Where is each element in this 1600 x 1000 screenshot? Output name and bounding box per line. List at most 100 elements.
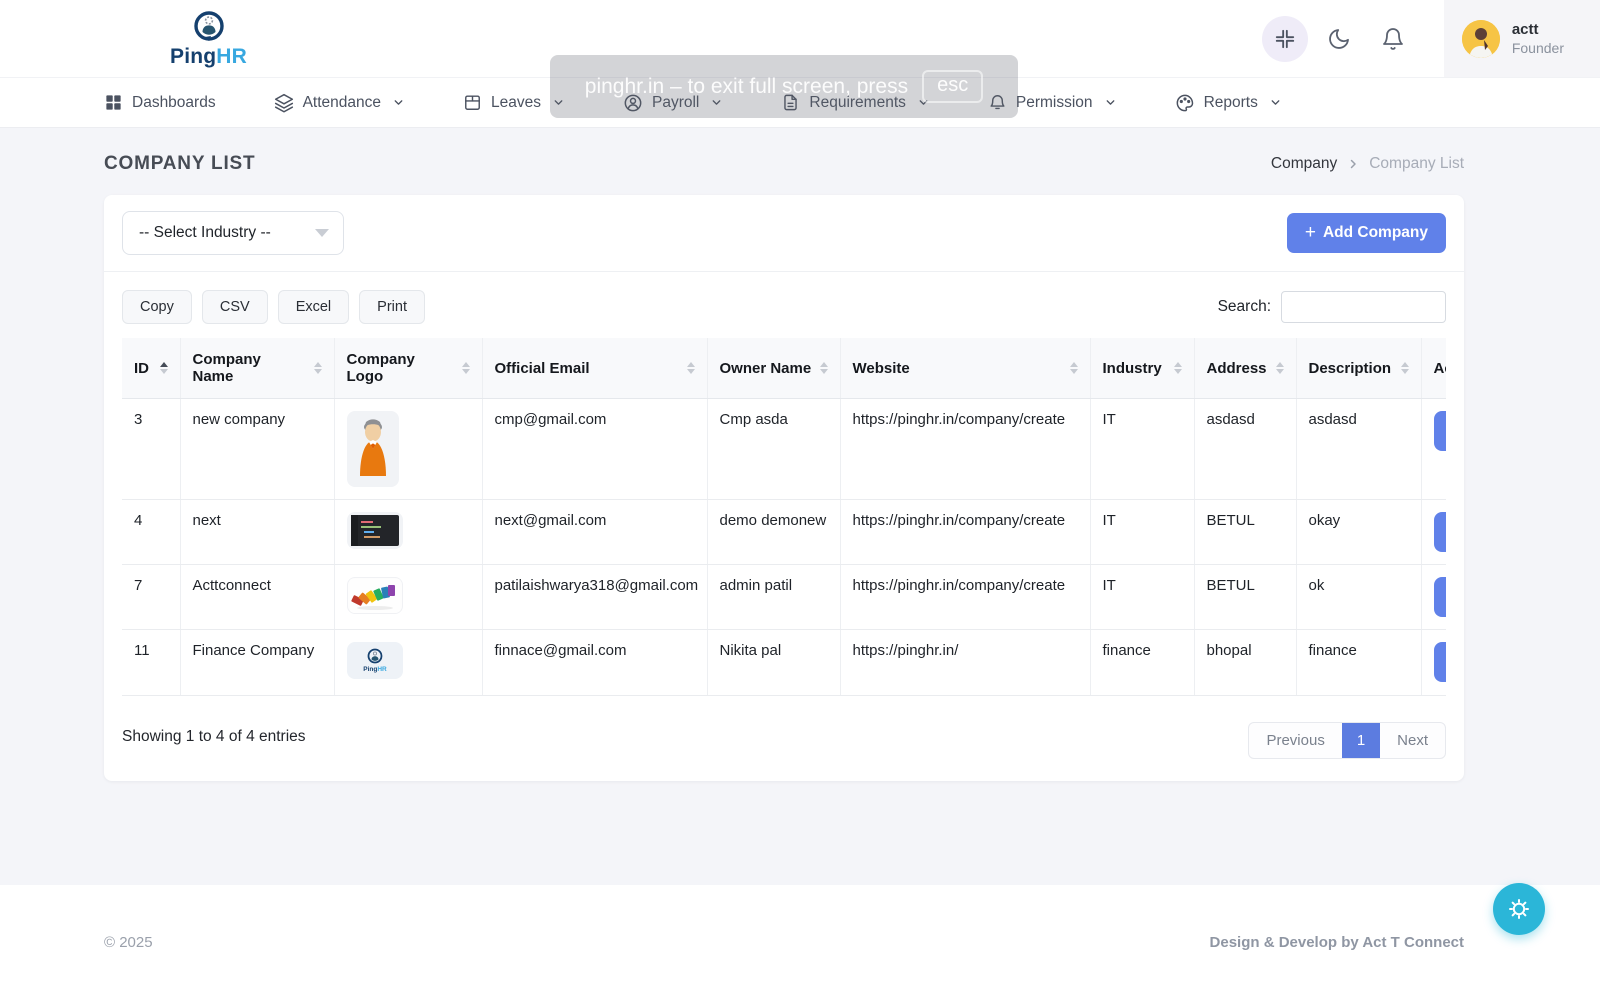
export-buttons: Copy CSV Excel Print [122, 290, 425, 324]
edit-company-button[interactable] [1434, 577, 1447, 617]
calendar-icon [463, 93, 482, 112]
edit-icon [1445, 523, 1447, 541]
fullscreen-exit-notice: pinghr.in – to exit full screen, press e… [550, 55, 1018, 118]
nav-item-dashboards[interactable]: Dashboards [104, 93, 216, 112]
page-1-button[interactable]: 1 [1342, 723, 1380, 758]
cell-official-email: next@gmail.com [482, 500, 707, 565]
nav-label: Attendance [303, 94, 381, 112]
bell-icon [1381, 27, 1405, 51]
edit-company-button[interactable] [1434, 411, 1447, 451]
fullscreen-exit-message: pinghr.in – to exit full screen, press [585, 75, 908, 99]
cell-company-name: new company [180, 399, 334, 500]
cell-action [1421, 500, 1446, 565]
edit-icon [1445, 588, 1447, 606]
nav-label: Reports [1204, 94, 1258, 112]
cell-address: asdasd [1194, 399, 1296, 500]
column-header-action[interactable]: Action [1421, 338, 1446, 399]
avatar [1462, 20, 1500, 58]
column-header-industry[interactable]: Industry [1090, 338, 1194, 399]
pinghr-logo-icon [192, 10, 226, 44]
copy-button[interactable]: Copy [122, 290, 192, 324]
moon-icon [1327, 27, 1351, 51]
user-role: Founder [1512, 39, 1564, 57]
nav-label: Leaves [491, 94, 541, 112]
nav-item-reports[interactable]: Reports [1175, 93, 1282, 113]
user-menu[interactable]: actt Founder [1444, 0, 1600, 77]
csv-button[interactable]: CSV [202, 290, 268, 324]
column-header-address[interactable]: Address [1194, 338, 1296, 399]
cell-company-name: Finance Company [180, 630, 334, 696]
cell-website: https://pinghr.in/company/create [840, 399, 1090, 500]
table-row: 11 Finance Company PingHR [122, 630, 1446, 696]
edit-company-button[interactable] [1434, 642, 1447, 682]
main-content: COMPANY LIST Company Company List -- Sel… [0, 127, 1600, 885]
sort-icon [314, 362, 322, 374]
cell-website: https://pinghr.in/ [840, 630, 1090, 696]
excel-button[interactable]: Excel [278, 290, 349, 324]
company-table: ID Company Name Company Logo Official Em… [122, 338, 1446, 696]
sort-icon [820, 362, 828, 374]
print-button[interactable]: Print [359, 290, 425, 324]
copyright-text: © 2025 [104, 934, 153, 951]
cell-id: 11 [122, 630, 180, 696]
table-row: 4 next [122, 500, 1446, 565]
next-page-button[interactable]: Next [1380, 723, 1445, 758]
edit-icon [1445, 653, 1447, 671]
cell-website: https://pinghr.in/company/create [840, 565, 1090, 630]
column-header-description[interactable]: Description [1296, 338, 1421, 399]
cell-owner-name: Cmp asda [707, 399, 840, 500]
cell-action [1421, 630, 1446, 696]
cell-company-logo: PingHR [334, 630, 482, 696]
settings-fab-button[interactable] [1493, 883, 1545, 935]
table-header-row: ID Company Name Company Logo Official Em… [122, 338, 1446, 399]
cell-id: 7 [122, 565, 180, 630]
search-input[interactable] [1281, 291, 1446, 323]
edit-company-button[interactable] [1434, 512, 1447, 552]
column-header-owner-name[interactable]: Owner Name [707, 338, 840, 399]
entries-summary: Showing 1 to 4 of 4 entries [122, 728, 306, 746]
nav-label: Permission [1016, 94, 1093, 112]
cell-company-logo [334, 399, 482, 500]
cell-company-name: Acttconnect [180, 565, 334, 630]
cell-official-email: finnace@gmail.com [482, 630, 707, 696]
cell-official-email: patilaishwarya318@gmail.com [482, 565, 707, 630]
gear-icon [1507, 897, 1531, 921]
breadcrumb-parent[interactable]: Company [1271, 155, 1337, 173]
compress-icon [1274, 28, 1296, 50]
fullscreen-toggle-button[interactable] [1262, 16, 1308, 62]
cell-action [1421, 565, 1446, 630]
cell-address: BETUL [1194, 500, 1296, 565]
cell-official-email: cmp@gmail.com [482, 399, 707, 500]
column-header-company-name[interactable]: Company Name [180, 338, 334, 399]
column-header-official-email[interactable]: Official Email [482, 338, 707, 399]
cell-industry: IT [1090, 399, 1194, 500]
layers-icon [274, 93, 294, 113]
cell-owner-name: demo demonew [707, 500, 840, 565]
cell-industry: finance [1090, 630, 1194, 696]
cell-address: BETUL [1194, 565, 1296, 630]
nav-item-attendance[interactable]: Attendance [274, 93, 405, 113]
column-header-company-logo[interactable]: Company Logo [334, 338, 482, 399]
chevron-down-icon [392, 96, 405, 109]
column-header-website[interactable]: Website [840, 338, 1090, 399]
sort-icon [1276, 362, 1284, 374]
industry-select[interactable]: -- Select Industry -- [122, 211, 344, 255]
sort-icon [1070, 362, 1078, 374]
company-table-wrapper: ID Company Name Company Logo Official Em… [122, 338, 1446, 696]
notifications-button[interactable] [1370, 16, 1416, 62]
column-header-id[interactable]: ID [122, 338, 180, 399]
sort-icon [462, 362, 470, 374]
company-logo-color-cards [347, 577, 403, 614]
cell-industry: IT [1090, 565, 1194, 630]
add-company-button[interactable]: + Add Company [1287, 213, 1446, 253]
chevron-down-icon [1104, 96, 1117, 109]
grid-icon [104, 93, 123, 112]
chevron-down-icon [1269, 96, 1282, 109]
company-list-card: -- Select Industry -- + Add Company Copy… [104, 195, 1464, 781]
brand-name: PingHR [170, 46, 247, 67]
brand-logo[interactable]: PingHR [170, 10, 247, 67]
sort-icon [687, 362, 695, 374]
dark-mode-button[interactable] [1316, 16, 1362, 62]
previous-page-button[interactable]: Previous [1249, 723, 1341, 758]
cell-action [1421, 399, 1446, 500]
